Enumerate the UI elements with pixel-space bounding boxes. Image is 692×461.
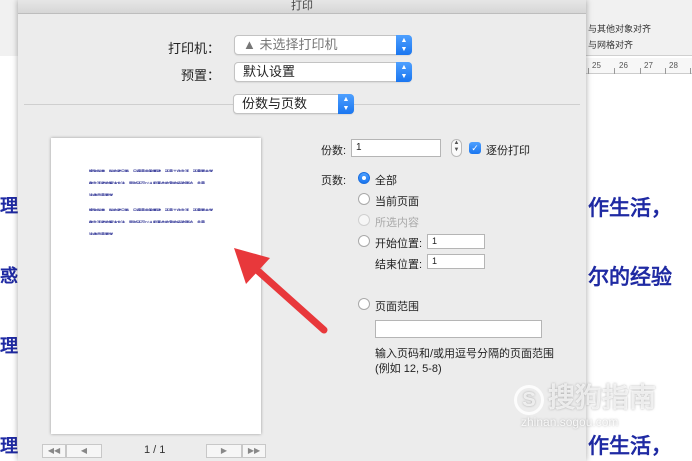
ruler-label: 28 [669, 61, 678, 70]
last-page-button[interactable]: ▶▶ [242, 444, 266, 458]
copies-label: 份数: [321, 145, 347, 157]
pages-selection-radio [358, 214, 370, 226]
preview-text-line: 搜狗指南，指的就只能，只得是电脑搬砖，还是工作生活，还需要去学 [89, 208, 213, 211]
preview-text-line: 该使用是要学 [89, 193, 113, 196]
pages-all-radio[interactable] [358, 172, 370, 184]
chevron-updown-icon: ▲ ▼ [396, 35, 412, 55]
pages-from-radio[interactable] [358, 235, 370, 247]
pages-to-input[interactable]: 1 [427, 254, 485, 269]
watermark-logo-icon: S [514, 384, 544, 415]
next-page-button[interactable]: ▶ [206, 444, 242, 458]
preview-text-line: 搜狗指南，指的就只能，只得是电脑搬砖，还是工作生活，还需要去学 [89, 169, 213, 172]
pages-to-label: 结束位置: [375, 259, 423, 271]
printer-select-value: ▲ 未选择打印机 [243, 37, 338, 52]
preview-text-line: 该使用是要学 [89, 232, 113, 235]
copies-input[interactable]: 1 [351, 139, 441, 157]
ruler-label: 27 [644, 61, 653, 70]
pages-from-input[interactable]: 1 [427, 234, 485, 249]
pages-range-help: 输入页码和/或用逗号分隔的页面范围(例如 12, 5-8) [375, 348, 555, 375]
printer-label: 打印机： [167, 41, 220, 56]
preview-text-line: 做生活就的解决方法，同时还可以从前事会的我的经验理论，总是 [89, 181, 205, 184]
collate-checkbox[interactable]: ✓ [469, 142, 481, 154]
background-doc-char: 理 [0, 436, 18, 457]
watermark: S 搜狗指南 [514, 376, 656, 415]
pages-current-label: 当前页面 [375, 196, 419, 208]
preset-label: 预置： [180, 68, 220, 83]
pages-from-label: 开始位置: [375, 238, 423, 250]
background-doc-char: 理 [0, 196, 18, 217]
pages-current-radio[interactable] [358, 193, 370, 205]
preview-text-line: 做生活就的解决方法，同时还可以从前事会的我的经验理论，总是 [89, 220, 205, 223]
print-dialog: 打印 打印机： ▲ 未选择打印机 ▲ ▼ 预置： 默认设置 ▲ ▼ 份数与页数 ▲ ▼… [18, 0, 586, 461]
chevron-updown-icon: ▲ ▼ [396, 62, 412, 82]
first-page-button[interactable]: ◀◀ [42, 444, 66, 458]
background-left-toolbar [0, 0, 18, 56]
pages-all-label: 全部 [375, 175, 397, 187]
dialog-title: 打印 [18, 0, 586, 14]
preset-select-value: 默认设置 [243, 64, 296, 79]
background-doc-char: 理 [0, 336, 18, 357]
copies-stepper[interactable]: ▲ ▼ [451, 139, 462, 157]
page-indicator: 1 / 1 [144, 444, 166, 456]
printer-select[interactable]: ▲ 未选择打印机 ▲ ▼ [234, 35, 412, 55]
ruler-label: 26 [619, 61, 628, 70]
pages-range-label: 页面范围 [375, 301, 419, 313]
collate-label: 逐份打印 [486, 145, 530, 157]
pages-range-input[interactable] [375, 320, 542, 338]
ruler-label: 25 [592, 61, 601, 70]
background-left-margin: 理 惑 理 理 [0, 56, 18, 461]
previous-page-button[interactable]: ◀ [66, 444, 102, 458]
pages-label: 页数: [321, 175, 347, 187]
align-grid-button[interactable]: 与网格对齐 [588, 38, 633, 51]
watermark-url: zhinan.sogou.com [521, 415, 619, 429]
print-preview-page: 搜狗指南，指的就只能，只得是电脑搬砖，还是工作生活，还需要去学 做生活就的解决方… [51, 138, 261, 434]
section-select-value: 份数与页数 [242, 96, 308, 111]
red-arrow-annotation [234, 248, 328, 334]
ruler: 25 26 27 28 [586, 58, 692, 74]
background-doc-char: 惑 [0, 266, 18, 287]
chevron-updown-icon: ▲ ▼ [338, 94, 354, 114]
background-toolbar: 与其他对象对齐 与网格对齐 [586, 0, 692, 56]
pages-range-radio[interactable] [358, 298, 370, 310]
align-other-objects-button[interactable]: 与其他对象对齐 [588, 22, 651, 35]
pages-selection-label: 所选内容 [375, 217, 419, 229]
section-select[interactable]: 份数与页数 ▲ ▼ [233, 94, 354, 114]
document-text-line: 作生活， [588, 195, 672, 220]
watermark-text: 搜狗指南 [548, 383, 656, 413]
preset-select[interactable]: 默认设置 ▲ ▼ [234, 62, 412, 82]
document-text-line: 作生活， [588, 433, 672, 458]
document-text-line: 尔的经验 [588, 264, 672, 289]
